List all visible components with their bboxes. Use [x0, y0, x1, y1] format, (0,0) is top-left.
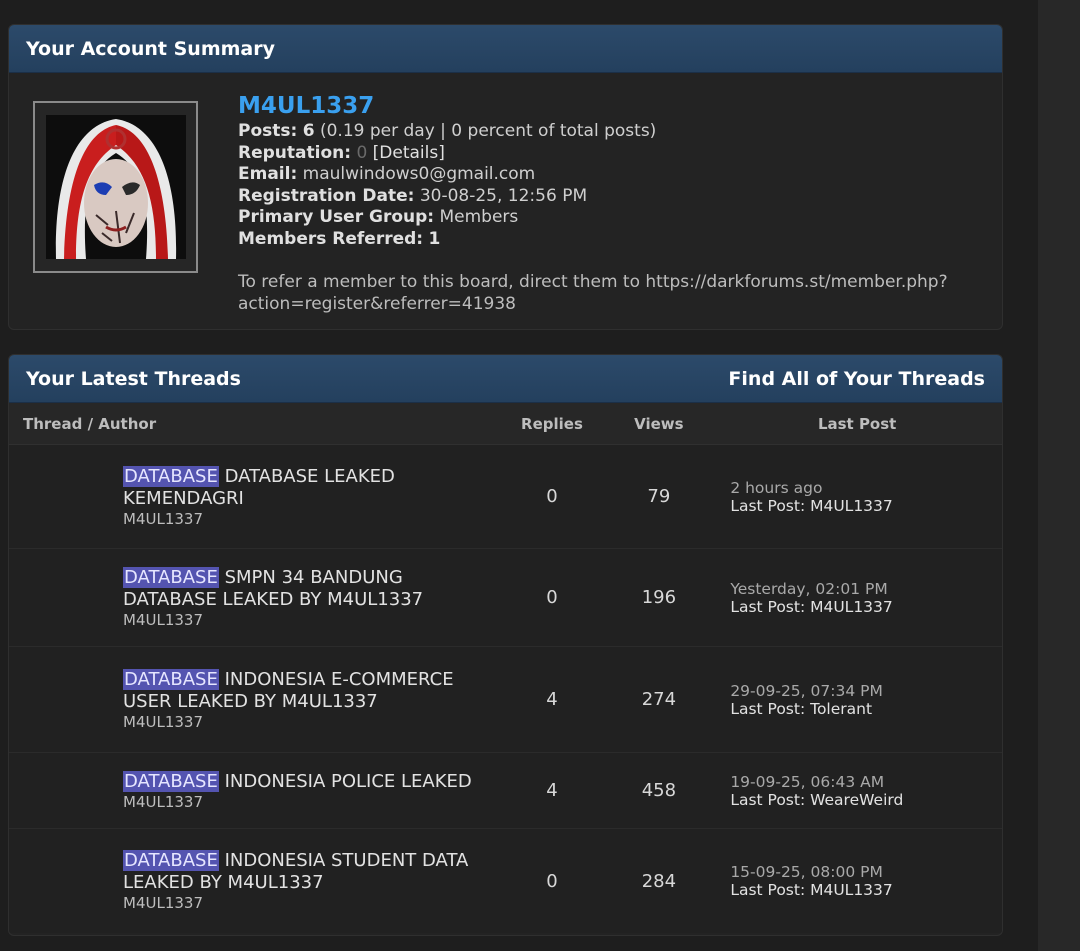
latest-threads-panel: Your Latest Threads Find All of Your Thr… — [8, 354, 1003, 936]
registration-line: Registration Date: 30-08-25, 12:56 PM — [238, 186, 978, 208]
column-last-post: Last Post — [817, 414, 897, 433]
thread-title-link[interactable]: DATABASE SMPN 34 BANDUNG DATABASE LEAKED… — [123, 566, 499, 611]
find-all-threads-link[interactable]: Find All of Your Threads — [728, 368, 985, 390]
email-line: Email: maulwindows0@gmail.com — [238, 164, 978, 186]
thread-author[interactable]: M4UL1337 — [123, 793, 499, 811]
reputation-value: 0 — [356, 142, 368, 163]
thread-views: 274 — [641, 689, 677, 710]
table-row: DATABASE INDONESIA E-COMMERCE USER LEAKE… — [9, 647, 1002, 753]
thread-author[interactable]: M4UL1337 — [123, 510, 499, 528]
table-row: DATABASE INDONESIA POLICE LEAKED M4UL133… — [9, 753, 1002, 829]
thread-last-post: 2 hours ago Last Post: M4UL1337 — [712, 479, 1002, 515]
account-info: M4UL1337 Posts: 6 (0.19 per day | 0 perc… — [238, 93, 978, 315]
thread-cell: DATABASE INDONESIA POLICE LEAKED M4UL133… — [9, 770, 499, 811]
last-post-date[interactable]: 29-09-25, 07:34 PM — [730, 682, 1002, 700]
thread-last-post: 15-09-25, 08:00 PM Last Post: M4UL1337 — [712, 863, 1002, 899]
thread-views: 284 — [641, 870, 677, 892]
thread-cell: DATABASE INDONESIA E-COMMERCE USER LEAKE… — [9, 668, 499, 731]
thread-views: 196 — [641, 587, 677, 608]
page-side-strip — [1038, 0, 1080, 951]
thread-author[interactable]: M4UL1337 — [123, 611, 499, 629]
thread-title[interactable]: INDONESIA POLICE LEAKED — [225, 771, 472, 792]
account-summary-title: Your Account Summary — [26, 37, 275, 60]
referred-label: Members Referred: — [238, 228, 424, 249]
thread-replies[interactable]: 0 — [499, 486, 606, 507]
thread-author[interactable]: M4UL1337 — [123, 894, 499, 912]
reputation-line: Reputation: 0 [Details] — [238, 143, 978, 165]
last-post-user[interactable]: Last Post: WeareWeird — [730, 791, 1002, 809]
thread-last-post: 19-09-25, 06:43 AM Last Post: WeareWeird — [712, 773, 1002, 809]
thread-views: 458 — [641, 780, 677, 801]
referred-line: Members Referred: 1 — [238, 229, 978, 251]
thread-title-link[interactable]: DATABASE INDONESIA STUDENT DATA LEAKED B… — [123, 850, 499, 894]
thread-cell: DATABASE DATABASE LEAKED KEMENDAGRI M4UL… — [9, 465, 499, 528]
avatar[interactable] — [33, 101, 198, 273]
thread-title-link[interactable]: DATABASE INDONESIA E-COMMERCE USER LEAKE… — [123, 668, 499, 713]
thread-cell: DATABASE SMPN 34 BANDUNG DATABASE LEAKED… — [9, 566, 499, 629]
posts-line: Posts: 6 (0.19 per day | 0 percent of to… — [238, 121, 978, 143]
last-post-date[interactable]: 19-09-25, 06:43 AM — [730, 773, 1002, 791]
referral-text: To refer a member to this board, direct … — [238, 272, 948, 314]
thread-views: 79 — [647, 486, 671, 507]
avatar-image — [46, 115, 186, 259]
registration-value: 30-08-25, 12:56 PM — [419, 185, 588, 206]
reputation-label: Reputation: — [238, 142, 352, 163]
username-link[interactable]: M4UL1337 — [238, 93, 978, 119]
account-summary-header: Your Account Summary — [9, 25, 1002, 73]
last-post-user[interactable]: Last Post: M4UL1337 — [730, 497, 1002, 515]
table-row: DATABASE DATABASE LEAKED KEMENDAGRI M4UL… — [9, 445, 1002, 549]
reputation-details-link[interactable]: [Details] — [373, 143, 445, 163]
posts-detail: (0.19 per day | 0 percent of total posts… — [319, 121, 657, 141]
user-group-label: Primary User Group: — [238, 207, 435, 227]
thread-prefix-tag[interactable]: DATABASE — [123, 465, 219, 487]
account-summary-panel: Your Account Summary M4UL1337 Posts: 6 (… — [8, 24, 1003, 330]
user-group-value: Members — [439, 207, 519, 227]
threads-column-header: Thread / Author Replies Views Last Post — [9, 403, 1002, 445]
thread-prefix-tag[interactable]: DATABASE — [123, 668, 219, 690]
posts-label: Posts: — [238, 121, 298, 141]
referred-value: 1 — [428, 228, 441, 249]
last-post-date[interactable]: 15-09-25, 08:00 PM — [730, 863, 1002, 881]
column-thread-author: Thread / Author — [23, 414, 157, 433]
thread-prefix-tag[interactable]: DATABASE — [123, 850, 219, 871]
thread-replies[interactable]: 0 — [499, 587, 606, 608]
email-value: maulwindows0@gmail.com — [302, 164, 536, 184]
thread-cell: DATABASE INDONESIA STUDENT DATA LEAKED B… — [9, 850, 499, 912]
thread-last-post: Yesterday, 02:01 PM Last Post: M4UL1337 — [712, 580, 1002, 616]
table-row: DATABASE INDONESIA STUDENT DATA LEAKED B… — [9, 829, 1002, 933]
last-post-user[interactable]: Last Post: Tolerant — [730, 700, 1002, 718]
latest-threads-header: Your Latest Threads Find All of Your Thr… — [9, 355, 1002, 403]
last-post-date[interactable]: Yesterday, 02:01 PM — [730, 580, 1002, 598]
thread-last-post: 29-09-25, 07:34 PM Last Post: Tolerant — [712, 682, 1002, 718]
last-post-user[interactable]: Last Post: M4UL1337 — [730, 881, 1002, 899]
thread-title-link[interactable]: DATABASE INDONESIA POLICE LEAKED — [123, 770, 499, 793]
column-replies: Replies — [521, 414, 583, 433]
thread-prefix-tag[interactable]: DATABASE — [123, 566, 219, 588]
user-group-line: Primary User Group: Members — [238, 207, 978, 229]
thread-author[interactable]: M4UL1337 — [123, 713, 499, 731]
table-row: DATABASE SMPN 34 BANDUNG DATABASE LEAKED… — [9, 549, 1002, 647]
email-label: Email: — [238, 164, 298, 184]
posts-value: 6 — [302, 121, 315, 141]
latest-threads-title: Your Latest Threads — [26, 367, 241, 390]
thread-prefix-tag[interactable]: DATABASE — [123, 770, 219, 792]
thread-replies[interactable]: 4 — [499, 689, 606, 710]
thread-title-link[interactable]: DATABASE DATABASE LEAKED KEMENDAGRI — [123, 465, 499, 510]
thread-replies[interactable]: 4 — [499, 780, 606, 801]
thread-replies[interactable]: 0 — [499, 871, 606, 892]
last-post-user[interactable]: Last Post: M4UL1337 — [730, 598, 1002, 616]
last-post-date[interactable]: 2 hours ago — [730, 479, 1002, 497]
registration-label: Registration Date: — [238, 185, 415, 206]
column-views: Views — [634, 414, 684, 433]
